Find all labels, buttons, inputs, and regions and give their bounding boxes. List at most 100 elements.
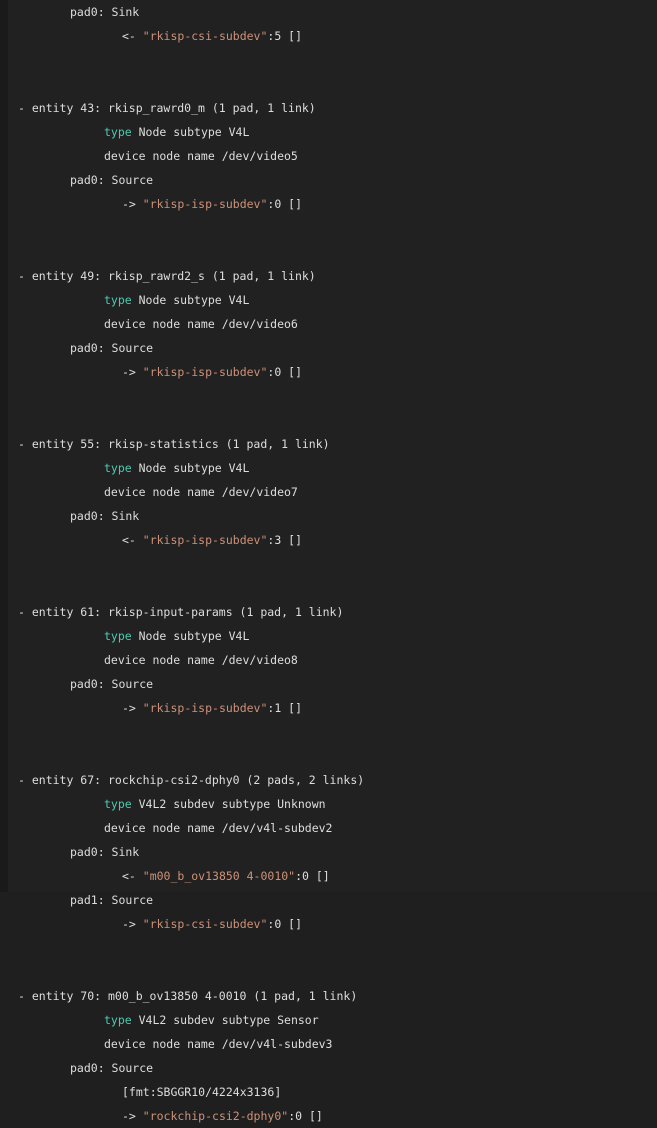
- line-text: - entity 67: rockchip-csi2-dphy0 (2 pads…: [18, 773, 365, 787]
- entity-type-line: type V4L2 subdev subtype Unknown: [8, 792, 657, 816]
- device-node-line: device node name /dev/v4l-subdev2: [8, 816, 657, 840]
- line-text: <-: [122, 29, 143, 43]
- link-line: <- "rkisp-isp-subdev":3 []: [8, 528, 657, 552]
- line-text: [fmt:SBGGR10/4224x3136]: [122, 1085, 282, 1099]
- line-text: Node subtype V4L: [131, 125, 250, 139]
- line-text: device node name /dev/v4l-subdev3: [104, 1037, 333, 1051]
- entity-header-line: - entity 43: rkisp_rawrd0_m (1 pad, 1 li…: [8, 96, 657, 120]
- device-node-line: device node name /dev/v4l-subdev3: [8, 1032, 657, 1056]
- line-text: ->: [122, 1109, 143, 1123]
- link-line: -> "rockchip-csi2-dphy0":0 []: [8, 1104, 657, 1128]
- entity-header-line: - entity 70: m00_b_ov13850 4-0010 (1 pad…: [8, 984, 657, 1008]
- entity-type-line: type Node subtype V4L: [8, 288, 657, 312]
- line-text: V4L2 subdev subtype Unknown: [131, 797, 326, 811]
- entity-name-string: "rkisp-isp-subdev": [142, 365, 268, 379]
- entity-type-line: type Node subtype V4L: [8, 120, 657, 144]
- line-text: device node name /dev/video5: [104, 149, 298, 163]
- line-text: V4L2 subdev subtype Sensor: [131, 1013, 319, 1027]
- pad-line: pad0: Source: [8, 168, 657, 192]
- line-text: - entity 43: rkisp_rawrd0_m (1 pad, 1 li…: [18, 101, 316, 115]
- line-text: pad0: Source: [70, 677, 154, 691]
- type-keyword: type: [104, 797, 132, 811]
- line-text: ->: [122, 701, 143, 715]
- line-text: :0 []: [267, 365, 303, 379]
- entity-type-line: type V4L2 subdev subtype Sensor: [8, 1008, 657, 1032]
- type-keyword: type: [104, 461, 132, 475]
- line-text: pad0: Source: [70, 341, 154, 355]
- line-text: device node name /dev/video8: [104, 653, 298, 667]
- line-text: pad0: Source: [70, 1061, 154, 1075]
- line-text: :0 []: [267, 197, 303, 211]
- pad-line: pad0: Source: [8, 336, 657, 360]
- entity-name-string: "rockchip-csi2-dphy0": [142, 1109, 289, 1123]
- link-line: -> "rkisp-isp-subdev":1 []: [8, 696, 657, 720]
- line-text: Node subtype V4L: [131, 293, 250, 307]
- link-line: <- "m00_b_ov13850 4-0010":0 []: [8, 864, 657, 888]
- terminal-output-pane[interactable]: pad0: Sink <- "rkisp-csi-subdev":5 [] - e…: [0, 0, 657, 1123]
- line-text: ->: [122, 365, 143, 379]
- type-keyword: type: [104, 1013, 132, 1027]
- line-text: <-: [122, 533, 143, 547]
- line-text: <-: [122, 869, 143, 883]
- line-text: pad0: Sink: [70, 509, 140, 523]
- device-node-line: device node name /dev/video7: [8, 480, 657, 504]
- line-text: Node subtype V4L: [131, 629, 250, 643]
- line-text: :0 []: [295, 869, 330, 883]
- line-text: ->: [122, 197, 143, 211]
- line-text: :1 []: [267, 701, 303, 715]
- terminal-text-body: pad0: Sink <- "rkisp-csi-subdev":5 [] - e…: [8, 0, 657, 1128]
- line-text: pad0: Sink: [70, 845, 140, 859]
- pad-line: pad0: Source: [8, 672, 657, 696]
- pad-line: pad0: Sink: [8, 504, 657, 528]
- device-node-line: device node name /dev/video8: [8, 648, 657, 672]
- line-text: pad0: Source: [70, 173, 154, 187]
- line-text: :0 []: [267, 917, 303, 931]
- pad-line: pad0: Sink: [8, 0, 657, 24]
- entity-header-line: - entity 67: rockchip-csi2-dphy0 (2 pads…: [8, 768, 657, 792]
- line-text: - entity 70: m00_b_ov13850 4-0010 (1 pad…: [18, 989, 358, 1003]
- line-text: device node name /dev/video6: [104, 317, 298, 331]
- entity-header-line: - entity 61: rkisp-input-params (1 pad, …: [8, 600, 657, 624]
- entity-type-line: type Node subtype V4L: [8, 624, 657, 648]
- link-line: -> "rkisp-isp-subdev":0 []: [8, 360, 657, 384]
- line-text: - entity 49: rkisp_rawrd2_s (1 pad, 1 li…: [18, 269, 316, 283]
- entity-name-string: "m00_b_ov13850 4-0010": [142, 869, 296, 883]
- line-text: ->: [122, 917, 143, 931]
- entity-name-string: "rkisp-isp-subdev": [142, 197, 268, 211]
- entity-name-string: "rkisp-csi-subdev": [142, 29, 268, 43]
- type-keyword: type: [104, 125, 132, 139]
- entity-type-line: type Node subtype V4L: [8, 456, 657, 480]
- line-text: pad0: Sink: [70, 5, 140, 19]
- entity-header-line: - entity 49: rkisp_rawrd2_s (1 pad, 1 li…: [8, 264, 657, 288]
- pad-line: pad0: Source: [8, 1056, 657, 1080]
- line-text: Node subtype V4L: [131, 461, 250, 475]
- pad-line: pad0: Sink: [8, 840, 657, 864]
- link-line: <- "rkisp-csi-subdev":5 []: [8, 24, 657, 48]
- link-line: -> "rkisp-isp-subdev":0 []: [8, 192, 657, 216]
- line-text: pad1: Source: [70, 893, 154, 907]
- line-text: device node name /dev/video7: [104, 485, 298, 499]
- entity-name-string: "rkisp-csi-subdev": [142, 917, 268, 931]
- device-node-line: device node name /dev/video6: [8, 312, 657, 336]
- line-text: :0 []: [288, 1109, 323, 1123]
- line-text: - entity 61: rkisp-input-params (1 pad, …: [18, 605, 344, 619]
- entity-name-string: "rkisp-isp-subdev": [142, 533, 268, 547]
- entity-name-string: "rkisp-isp-subdev": [142, 701, 268, 715]
- type-keyword: type: [104, 293, 132, 307]
- line-text: :3 []: [267, 533, 303, 547]
- line-text: :5 []: [267, 29, 303, 43]
- format-line: [fmt:SBGGR10/4224x3136]: [8, 1080, 657, 1104]
- link-line: -> "rkisp-csi-subdev":0 []: [8, 912, 657, 936]
